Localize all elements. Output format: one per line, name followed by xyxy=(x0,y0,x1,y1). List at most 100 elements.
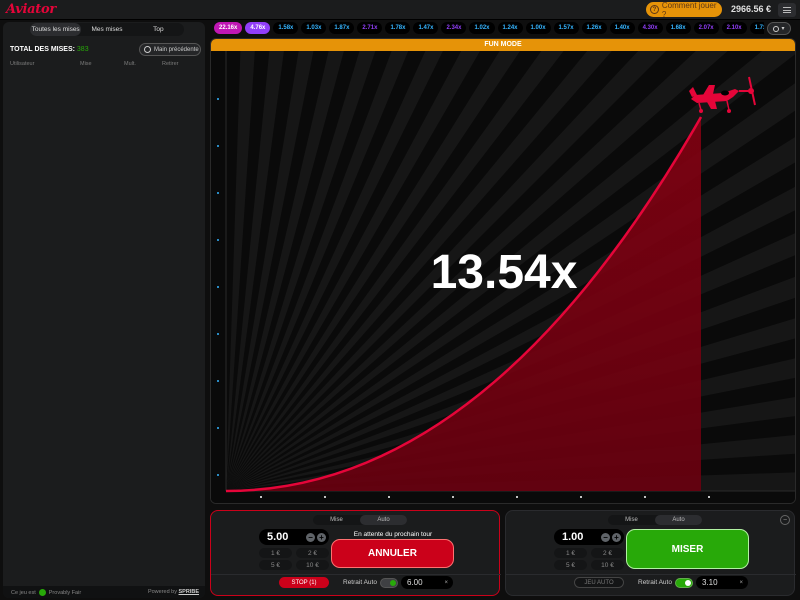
x-axis-dot xyxy=(260,496,262,498)
history-pill[interactable]: 1.24x xyxy=(497,22,523,34)
menu-button[interactable] xyxy=(778,3,796,17)
bets-sidebar: Toutes les mises Mes mises Top TOTAL DES… xyxy=(3,22,205,598)
history-pill[interactable]: 4.30x xyxy=(637,22,663,34)
how-to-play-label: Comment jouer ? xyxy=(661,0,717,19)
total-bets: TOTAL DES MISES: 383 xyxy=(10,46,89,53)
waiting-next-round: En attente du prochain tour xyxy=(353,531,433,538)
x-axis-dot xyxy=(452,496,454,498)
quick-amount-1[interactable]: 1 € xyxy=(259,548,292,558)
y-axis-dot xyxy=(217,380,219,382)
x-axis-dot xyxy=(324,496,326,498)
aviator-logo[interactable]: Aviator xyxy=(6,2,56,17)
tab-bet[interactable]: Mise xyxy=(608,515,655,525)
auto-cashout-input[interactable]: 3.10 × xyxy=(696,576,748,589)
minus-icon[interactable]: − xyxy=(306,532,315,542)
cancel-button[interactable]: ANNULER xyxy=(331,539,454,568)
history-pill[interactable]: 1.87x xyxy=(329,22,355,34)
history-pill[interactable]: 2.71x xyxy=(357,22,383,34)
history-pill[interactable]: 1.7x xyxy=(749,22,764,34)
x-axis-dot xyxy=(644,496,646,498)
auto-cashout-toggle[interactable] xyxy=(380,578,398,588)
history-icon xyxy=(144,46,151,53)
previous-hand-button[interactable]: Main précédente xyxy=(139,43,201,56)
tab-top[interactable]: Top xyxy=(133,23,184,36)
how-to-play-button[interactable]: ? Comment jouer ? xyxy=(646,0,722,19)
history-pill[interactable]: 1.02x xyxy=(469,22,495,34)
history-pill[interactable]: 1.47x xyxy=(413,22,439,34)
bet-amount: 5.00 xyxy=(267,531,289,543)
auto-controls: STOP (1) Retrait Auto 6.00 × xyxy=(211,574,501,590)
autoplay-button[interactable]: JEU AUTO xyxy=(574,577,624,588)
bet-panel-2: Mise Auto − 1.00 − + 1 € 2 € 5 € 10 € MI… xyxy=(505,510,796,596)
history-toggle-button[interactable]: ▾ xyxy=(767,22,791,35)
y-axis-dot xyxy=(217,145,219,147)
bet-amount-field[interactable]: 1.00 − + xyxy=(554,529,624,545)
balance-display: 2966.56 € xyxy=(731,4,772,14)
tab-auto[interactable]: Auto xyxy=(360,515,407,525)
top-bar: Aviator ? Comment jouer ? 2966.56 € xyxy=(0,0,800,20)
history-pill[interactable]: 1.00x xyxy=(525,22,551,34)
history-pill[interactable]: 1.68x xyxy=(665,22,691,34)
col-cashout: Retirer xyxy=(162,61,179,67)
history-pill[interactable]: 1.57x xyxy=(553,22,579,34)
bet-amount: 1.00 xyxy=(562,531,584,543)
history-pill[interactable]: 2.07x xyxy=(693,22,719,34)
sidebar-footer: Ce jeu est Provably Fair Powered by SPRI… xyxy=(3,586,205,598)
remove-panel-icon[interactable]: − xyxy=(780,515,790,525)
tab-my-bets[interactable]: Mes mises xyxy=(81,23,132,36)
spribe-logo[interactable]: SPRIBE xyxy=(179,589,199,595)
x-axis-dot xyxy=(708,496,710,498)
plus-icon[interactable]: + xyxy=(317,532,326,542)
quick-amount-10[interactable]: 10 € xyxy=(591,560,624,570)
y-axis-dot xyxy=(217,427,219,429)
tab-bet[interactable]: Mise xyxy=(313,515,360,525)
history-pill[interactable]: 1.58x xyxy=(273,22,299,34)
tab-all-bets[interactable]: Toutes les mises xyxy=(30,23,82,36)
auto-controls: JEU AUTO Retrait Auto 3.10 × xyxy=(506,574,796,590)
auto-cashout-label: Retrait Auto xyxy=(343,579,377,586)
auto-cashout-toggle[interactable] xyxy=(675,578,693,588)
stop-autoplay-button[interactable]: STOP (1) xyxy=(279,577,329,588)
hamburger-icon xyxy=(783,7,791,8)
bet-amount-control: 1.00 − + 1 € 2 € 5 € 10 € xyxy=(554,529,624,579)
col-bet: Mise xyxy=(80,61,92,67)
quick-amount-5[interactable]: 5 € xyxy=(259,560,292,570)
quick-amount-2[interactable]: 2 € xyxy=(591,548,624,558)
auto-cashout-value: 6.00 xyxy=(407,578,423,587)
bet-amount-field[interactable]: 5.00 − + xyxy=(259,529,329,545)
history-pill[interactable]: 1.26x xyxy=(581,22,607,34)
clear-icon[interactable]: × xyxy=(444,580,448,586)
tab-auto[interactable]: Auto xyxy=(655,515,702,525)
quick-amounts: 1 € 2 € 5 € 10 € xyxy=(259,548,329,570)
bets-tabs: Toutes les mises Mes mises Top xyxy=(30,23,184,36)
y-axis-dot xyxy=(217,333,219,335)
quick-amount-2[interactable]: 2 € xyxy=(296,548,329,558)
x-axis-dot xyxy=(516,496,518,498)
shield-check-icon xyxy=(38,589,46,596)
quick-amount-5[interactable]: 5 € xyxy=(554,560,587,570)
bet-panel-1: Mise Auto 5.00 − + 1 € 2 € 5 € 10 € En a… xyxy=(210,510,501,596)
col-user: Utilisateur xyxy=(10,61,35,67)
history-pill[interactable]: 22.16x xyxy=(214,22,243,34)
history-pill[interactable]: 1.40x xyxy=(609,22,635,34)
footer-text: Ce jeu est xyxy=(11,589,36,596)
y-axis-dot xyxy=(217,192,219,194)
minus-icon[interactable]: − xyxy=(601,532,610,542)
provably-fair[interactable]: Ce jeu est Provably Fair xyxy=(11,589,81,596)
history-pill[interactable]: 2.34x xyxy=(441,22,467,34)
plus-icon[interactable]: + xyxy=(612,532,621,542)
quick-amount-1[interactable]: 1 € xyxy=(554,548,587,558)
auto-cashout-input[interactable]: 6.00 × xyxy=(401,576,453,589)
fun-mode-banner: FUN MODE xyxy=(211,39,795,51)
quick-amount-10[interactable]: 10 € xyxy=(296,560,329,570)
x-axis-dot xyxy=(388,496,390,498)
history-pill[interactable]: 1.78x xyxy=(385,22,411,34)
history-pill[interactable]: 2.10x xyxy=(721,22,747,34)
current-multiplier: 13.54x xyxy=(430,246,578,299)
place-bet-button[interactable]: MISER xyxy=(626,529,749,569)
question-icon: ? xyxy=(650,5,659,14)
history-pill[interactable]: 1.03x xyxy=(301,22,327,34)
clear-icon[interactable]: × xyxy=(739,580,743,586)
history-pill[interactable]: 4.76x xyxy=(245,22,271,34)
previous-hand-label: Main précédente xyxy=(154,46,199,53)
